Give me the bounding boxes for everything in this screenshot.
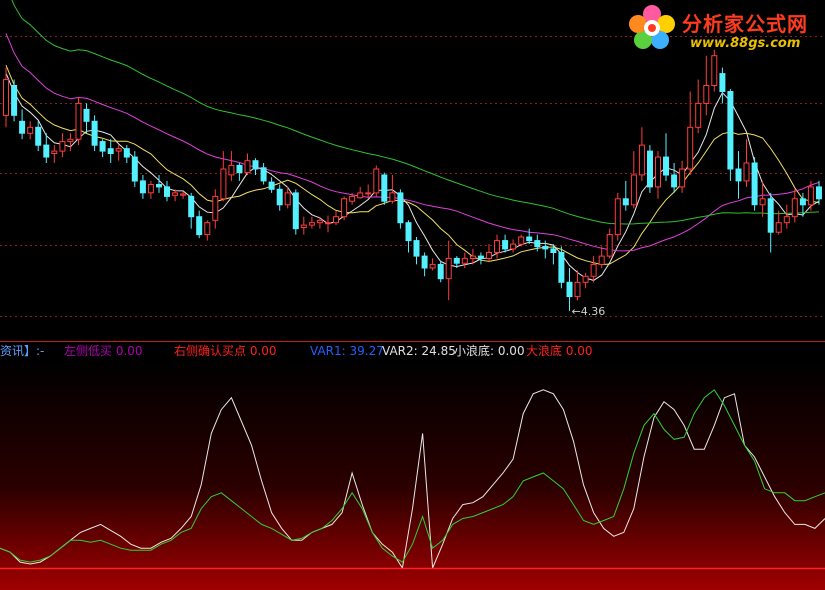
candle: [727, 89, 734, 181]
candle: [11, 79, 18, 122]
indicator-panel: [0, 342, 825, 590]
low-price-marker: ←4.36: [572, 305, 606, 318]
brand-url: www.88gs.com: [690, 36, 801, 51]
low-price-label: ←4.36: [572, 305, 606, 318]
candle: [437, 260, 444, 283]
candle: [341, 196, 348, 221]
candle: [751, 157, 758, 211]
candle: [397, 189, 404, 229]
flower-logo-icon: [629, 5, 675, 49]
candle: [711, 49, 718, 92]
candle: [292, 189, 299, 235]
candle: [381, 172, 388, 205]
indicator-legend: 资讯】:- 左侧低买 0.00 右侧确认买点 0.00 VAR1: 39.27 …: [0, 343, 825, 359]
legend-item-small-bottom: 小浪底: 0.00: [454, 344, 525, 358]
candle: [647, 145, 653, 193]
candle: [373, 165, 380, 197]
legend-item-var2: VAR2: 24.85: [382, 344, 456, 358]
brand-logo: 分析家公式网 www.88gs.com: [626, 2, 825, 54]
candle: [614, 192, 621, 241]
chart-canvas: ←4.36: [0, 0, 825, 590]
legend-item-big-bottom: 大浪底 0.00: [526, 344, 593, 358]
legend-item-left-buy: 左侧低买 0.00: [64, 344, 143, 358]
brand-title: 分析家公式网: [682, 12, 808, 36]
candle: [75, 97, 82, 146]
legend-item-var1: VAR1: 39.27: [310, 344, 384, 358]
indicator-panel-bg: [0, 360, 825, 590]
candle: [558, 246, 565, 289]
legend-item-source: 资讯】:-: [0, 344, 45, 358]
legend-item-right-buy: 右侧确认买点 0.00: [174, 344, 277, 358]
